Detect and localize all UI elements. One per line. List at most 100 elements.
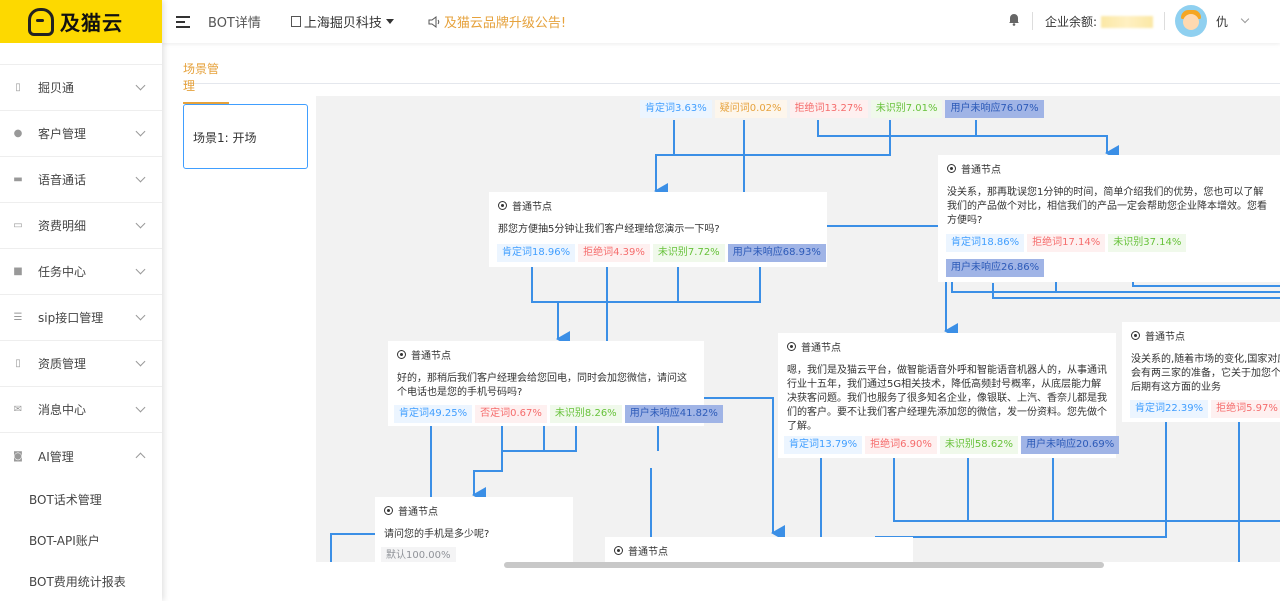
tag-no-response[interactable]: 用户未响应68.93%: [727, 244, 826, 262]
sidebar-item-messages[interactable]: ✉ 消息中心: [0, 387, 162, 433]
target-icon: [614, 546, 623, 555]
chevron-down-icon[interactable]: [1240, 14, 1250, 24]
sidebar-item-label: 语音通话: [38, 173, 87, 187]
caret-down-icon: [385, 19, 394, 24]
cat-logo-icon: [28, 7, 54, 36]
sidebar-item-label: 资质管理: [38, 357, 87, 371]
node-title: 普通节点: [628, 547, 668, 558]
sidebar-item-label: 消息中心: [38, 403, 87, 417]
brand-logo[interactable]: 及猫云: [0, 0, 162, 43]
target-icon: [787, 342, 796, 351]
chevron-down-icon: [135, 218, 146, 229]
balance-label: 企业余额:: [1045, 15, 1098, 29]
tag-affirm[interactable]: 肯定词18.96%: [497, 244, 576, 262]
sidebar-item-sip[interactable]: ☰ sip接口管理: [0, 295, 162, 341]
submenu-bot-cost[interactable]: BOT费用统计报表: [0, 561, 162, 601]
flow-node[interactable]: 普通节点 那您方便抽5分钟让我们客户经理给您演示一下吗? 肯定词18.96% 拒…: [489, 192, 827, 267]
notice-link[interactable]: 及猫云品牌升级公告!: [428, 12, 566, 31]
tag-reject[interactable]: 拒绝词17.14%: [1027, 234, 1106, 252]
node-tags: 肯定词18.96% 拒绝词4.39% 未识别7.72% 用户未响应68.93%: [497, 244, 829, 262]
sidebar-item-ai[interactable]: ◙ AI管理: [0, 433, 162, 479]
tag-no-response[interactable]: 用户未响应41.82%: [624, 405, 723, 423]
node-tags: 用户未响应26.86%: [946, 259, 1047, 277]
node-title: 普通节点: [411, 351, 451, 362]
bot-detail-link[interactable]: BOT详情: [208, 12, 261, 31]
scene-item[interactable]: 场景1: 开场: [183, 104, 308, 169]
target-icon: [947, 164, 956, 173]
sidebar-item-label: 资费明细: [38, 219, 87, 233]
menu-toggle-icon[interactable]: [176, 15, 190, 28]
tag-no-response[interactable]: 用户未响应20.69%: [1021, 436, 1120, 454]
mail-icon: ✉: [13, 404, 23, 415]
sidebar-item-customers[interactable]: ● 客户管理: [0, 111, 162, 157]
tag-question[interactable]: 疑问词0.02%: [714, 100, 787, 118]
tag-reject[interactable]: 拒绝词5.97%: [1211, 400, 1280, 418]
chevron-down-icon: [135, 310, 146, 321]
bell-icon[interactable]: [1008, 12, 1020, 26]
brand-name: 及猫云: [60, 11, 123, 35]
tag-unrecognized[interactable]: 未识别7.72%: [652, 244, 725, 262]
tag-affirm[interactable]: 肯定词49.25%: [394, 405, 473, 423]
sidebar-item-label: 掘贝通: [38, 81, 75, 95]
sidebar-item-tasks[interactable]: ■ 任务中心: [0, 249, 162, 295]
tab-scene-management[interactable]: 场景管理: [183, 60, 229, 104]
horizontal-scrollbar[interactable]: [504, 562, 1104, 568]
tag-negative[interactable]: 否定词0.67%: [475, 405, 547, 423]
tab-bar: 场景管理: [183, 56, 1280, 104]
node-tags: 默认100.00%: [381, 547, 459, 562]
building-icon: [290, 16, 301, 27]
tag-unrecognized[interactable]: 未识别8.26%: [549, 405, 622, 423]
avatar[interactable]: [1175, 5, 1207, 37]
sidebar-item-clipped[interactable]: [0, 43, 162, 65]
node-text: 嗯，我们是及猫云平台，做智能语音外呼和智能语音机器人的，从事通讯行业十五年，我们…: [787, 365, 1107, 432]
submenu-bot-api[interactable]: BOT-API账户: [0, 520, 162, 561]
target-icon: [384, 506, 393, 515]
flow-node[interactable]: 普通节点 好的，那稍后我们客户经理会给您回电，同时会加您微信，请问这个电话也是您…: [388, 341, 723, 426]
sidebar-item-qualification[interactable]: ▯ 资质管理: [0, 341, 162, 387]
tag-reject[interactable]: 拒绝词4.39%: [578, 244, 650, 262]
node-text: 请问您的手机是多少呢?: [384, 529, 490, 540]
node-title: 普通节点: [512, 202, 552, 213]
node-tags: 肯定词18.86% 拒绝词17.14% 未识别37.14%: [946, 234, 1189, 252]
target-icon: [397, 350, 406, 359]
tag-unrecognized[interactable]: 未识别58.62%: [939, 436, 1019, 454]
target-icon: [1131, 331, 1140, 340]
tag-reject[interactable]: 拒绝词13.27%: [789, 100, 868, 118]
sidebar-item-label: 任务中心: [38, 265, 87, 279]
tag-no-response[interactable]: 用户未响应26.86%: [946, 259, 1045, 277]
header-divider: [1164, 12, 1165, 30]
list-icon: ☰: [13, 312, 23, 323]
node-tags: 肯定词22.39% 拒绝词5.97%: [1130, 400, 1280, 418]
company-switcher[interactable]: 上海掘贝科技: [290, 12, 394, 31]
tag-default[interactable]: 默认100.00%: [381, 547, 456, 562]
submenu-bot-script[interactable]: BOT话术管理: [0, 479, 162, 520]
tag-unrecognized[interactable]: 未识别37.14%: [1108, 234, 1187, 252]
notice-text: 及猫云品牌升级公告!: [443, 16, 567, 31]
flow-node[interactable]: 普通节点: [605, 537, 913, 562]
chat-icon: ▬: [13, 174, 23, 185]
tag-affirm[interactable]: 肯定词3.63%: [640, 100, 712, 118]
sidebar-item-billing[interactable]: ▭ 资费明细: [0, 203, 162, 249]
username[interactable]: 仇: [1216, 13, 1228, 30]
tag-affirm[interactable]: 肯定词13.79%: [784, 436, 863, 454]
flow-node[interactable]: 普通节点 嗯，我们是及猫云平台，做智能语音外呼和智能语音机器人的，从事通讯行业十…: [778, 333, 1120, 458]
tag-affirm[interactable]: 肯定词18.86%: [946, 234, 1025, 252]
document-icon: ▭: [13, 220, 23, 231]
node-tags: 肯定词49.25% 否定词0.67% 未识别8.26% 用户未响应41.82%: [394, 405, 726, 423]
flow-canvas[interactable]: 肯定词3.63% 疑问词0.02% 拒绝词13.27% 未识别7.01% 用户未…: [316, 96, 1280, 562]
speaker-icon: [428, 15, 440, 28]
flow-node[interactable]: 普通节点 没关系的,随着市场的变化,国家对应商都会有两三家的准备，它关于加您个微…: [1122, 322, 1280, 422]
sidebar-item-voice[interactable]: ▬ 语音通话: [0, 157, 162, 203]
balance-value-redacted: [1101, 15, 1154, 28]
flow-node[interactable]: 普通节点 请问您的手机是多少呢? 默认100.00%: [375, 497, 573, 562]
tag-affirm[interactable]: 肯定词22.39%: [1130, 400, 1209, 418]
sidebar-item-juebeitong[interactable]: ▯ 掘贝通: [0, 65, 162, 111]
node-title: 普通节点: [801, 343, 841, 354]
tag-no-response[interactable]: 用户未响应76.07%: [945, 100, 1044, 118]
node-title: 普通节点: [398, 507, 438, 518]
tag-unrecognized[interactable]: 未识别7.01%: [870, 100, 943, 118]
flow-node[interactable]: 普通节点 没关系，那再耽误您1分钟的时间，简单介绍我们的优势，您也可以了解我们的…: [938, 155, 1280, 282]
tag-reject[interactable]: 拒绝词6.90%: [865, 436, 937, 454]
robot-icon: ◙: [13, 450, 23, 462]
start-tags: 肯定词3.63% 疑问词0.02% 拒绝词13.27% 未识别7.01% 用户未…: [640, 100, 1047, 118]
